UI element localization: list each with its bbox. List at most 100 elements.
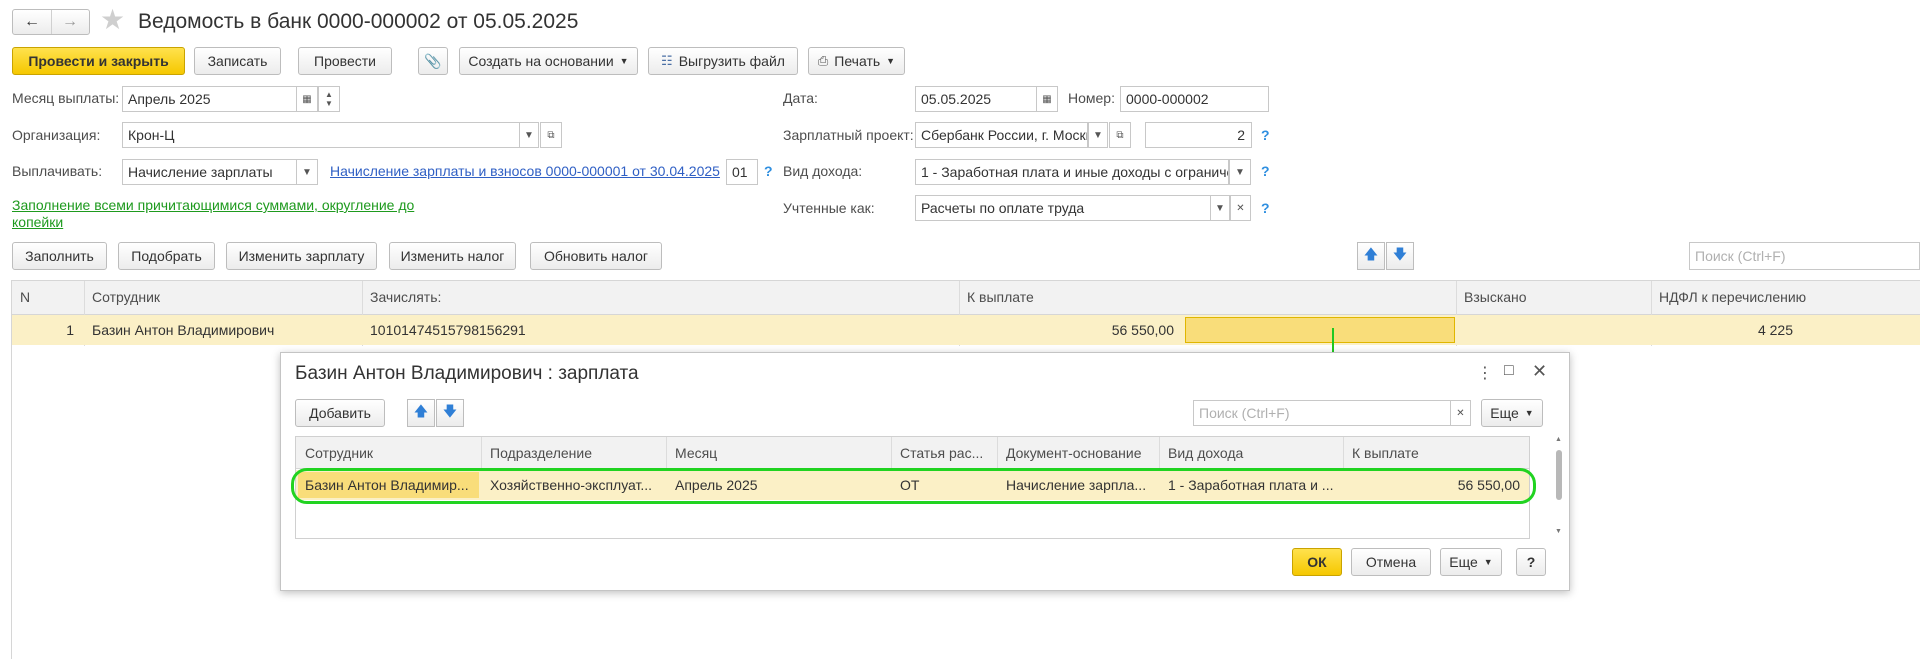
date-calendar-icon[interactable]: ▦ xyxy=(1036,86,1058,112)
organization-open-icon[interactable]: ⧉ xyxy=(540,122,562,148)
save-button[interactable]: Записать xyxy=(194,47,281,75)
post-button[interactable]: Провести xyxy=(298,47,392,75)
pick-button[interactable]: Подобрать xyxy=(118,242,215,270)
selected-cell[interactable] xyxy=(1185,317,1455,343)
dialog-menu-icon[interactable]: ⋮ xyxy=(1477,363,1493,383)
printer-icon: ⎙ xyxy=(817,53,829,68)
row-employee: Базин Антон Владимирович xyxy=(92,322,275,338)
pay-dropdown-icon[interactable]: ▼ xyxy=(296,159,318,185)
row-to-pay: 56 550,00 xyxy=(1111,322,1174,338)
salary-dialog: Базин Антон Владимирович : зарплата ⋮ □ … xyxy=(280,352,1570,591)
nav-buttons: ← → xyxy=(12,9,90,35)
col-ndfl[interactable]: НДФЛ к перечислению xyxy=(1659,289,1806,305)
row-ndfl: 4 225 xyxy=(1757,322,1793,338)
accounted-help-icon[interactable]: ? xyxy=(1261,200,1270,216)
dialog-col-department[interactable]: Подразделение xyxy=(490,445,592,461)
scroll-thumb[interactable] xyxy=(1556,450,1562,500)
dialog-col-employee[interactable]: Сотрудник xyxy=(305,445,373,461)
dialog-maximize-icon[interactable]: □ xyxy=(1504,362,1514,380)
dialog-move-down-button[interactable]: 🡇 xyxy=(436,399,464,427)
income-field[interactable]: 1 - Заработная плата и иные доходы с огр… xyxy=(915,159,1229,185)
col-account[interactable]: Зачислять: xyxy=(370,289,441,305)
back-arrow-icon[interactable]: ← xyxy=(13,10,52,34)
create-based-on-button[interactable]: Создать на основании ▼ xyxy=(459,47,638,75)
post-and-close-button[interactable]: Провести и закрыть xyxy=(12,47,185,75)
pay-field[interactable]: Начисление зарплаты xyxy=(122,159,297,185)
pay-help-icon[interactable]: ? xyxy=(764,163,773,179)
favorite-star-icon[interactable]: ★ xyxy=(100,6,125,34)
dialog-scrollbar[interactable]: ▲ ▼ xyxy=(1555,436,1563,538)
month-stepper[interactable]: ▲ ▼ xyxy=(318,86,340,112)
dialog-col-to-pay[interactable]: К выплате xyxy=(1352,445,1419,461)
dialog-title: Базин Антон Владимирович : зарплата xyxy=(295,363,639,384)
export-icon: ☷ xyxy=(661,53,673,68)
organization-label: Организация: xyxy=(12,127,101,143)
export-file-button[interactable]: ☷ Выгрузить файл xyxy=(648,47,798,75)
cancel-button[interactable]: Отмена xyxy=(1351,548,1431,576)
dropdown-arrow-icon: ▼ xyxy=(1483,557,1493,567)
print-button[interactable]: ⎙ Печать ▼ xyxy=(808,47,905,75)
project-field[interactable]: Сбербанк России, г. Москва xyxy=(915,122,1088,148)
arrow-up-icon: 🡅 xyxy=(413,403,429,419)
move-up-button[interactable]: 🡅 xyxy=(1357,242,1385,270)
arrow-up-icon: 🡅 xyxy=(1363,246,1379,262)
date-label: Дата: xyxy=(783,90,818,106)
ok-button[interactable]: ОК xyxy=(1292,548,1342,576)
col-to-pay[interactable]: К выплате xyxy=(967,289,1034,305)
pay-document-link[interactable]: Начисление зарплаты и взносов 0000-00000… xyxy=(330,163,720,179)
project-help-icon[interactable]: ? xyxy=(1261,127,1270,143)
green-highlight-outline xyxy=(291,468,1536,504)
col-collected[interactable]: Взыскано xyxy=(1464,289,1527,305)
change-salary-button[interactable]: Изменить зарплату xyxy=(226,242,377,270)
accounted-field[interactable]: Расчеты по оплате труда xyxy=(915,195,1211,221)
accounted-dropdown-icon[interactable]: ▼ xyxy=(1210,195,1230,221)
dialog-col-document[interactable]: Документ-основание xyxy=(1006,445,1141,461)
date-field[interactable]: 05.05.2025 xyxy=(915,86,1037,112)
update-tax-button[interactable]: Обновить налог xyxy=(530,242,662,270)
project-label: Зарплатный проект: xyxy=(783,127,914,143)
dialog-help-button[interactable]: ? xyxy=(1516,548,1546,576)
project-number-field[interactable]: 2 xyxy=(1145,122,1252,148)
number-field[interactable]: 0000-000002 xyxy=(1120,86,1269,112)
dialog-search-input[interactable]: Поиск (Ctrl+F) xyxy=(1193,400,1451,426)
month-label: Месяц выплаты: xyxy=(12,90,120,106)
income-dropdown-icon[interactable]: ▼ xyxy=(1229,159,1251,185)
organization-field[interactable]: Крон-Ц xyxy=(122,122,520,148)
move-down-button[interactable]: 🡇 xyxy=(1386,242,1414,270)
change-tax-button[interactable]: Изменить налог xyxy=(389,242,516,270)
dialog-close-icon[interactable]: ✕ xyxy=(1532,361,1547,382)
dialog-more-button[interactable]: Еще ▼ xyxy=(1481,399,1543,427)
dialog-col-month[interactable]: Месяц xyxy=(675,445,717,461)
row-n: 1 xyxy=(66,322,74,338)
dialog-table: Сотрудник Подразделение Месяц Статья рас… xyxy=(291,436,1536,539)
dialog-col-article[interactable]: Статья рас... xyxy=(900,445,983,461)
dialog-more-button-2[interactable]: Еще ▼ xyxy=(1440,548,1502,576)
accounted-label: Учтенные как: xyxy=(783,200,875,216)
project-dropdown-icon[interactable]: ▼ xyxy=(1088,122,1108,148)
accounted-clear-icon[interactable]: ✕ xyxy=(1230,195,1251,221)
scroll-up-arrow-icon[interactable]: ▲ xyxy=(1555,436,1562,443)
col-n[interactable]: N xyxy=(20,289,30,305)
organization-dropdown-icon[interactable]: ▼ xyxy=(519,122,539,148)
col-employee[interactable]: Сотрудник xyxy=(92,289,160,305)
scroll-down-arrow-icon[interactable]: ▼ xyxy=(1555,528,1562,535)
fill-button[interactable]: Заполнить xyxy=(12,242,107,270)
calendar-icon[interactable]: ▦ xyxy=(296,86,318,112)
dialog-col-income[interactable]: Вид дохода xyxy=(1168,445,1243,461)
income-help-icon[interactable]: ? xyxy=(1261,163,1270,179)
forward-arrow-icon[interactable]: → xyxy=(51,10,89,34)
pay-code-field[interactable]: 01 xyxy=(726,159,758,185)
page-title: Ведомость в банк 0000-000002 от 05.05.20… xyxy=(138,10,579,33)
dialog-move-up-button[interactable]: 🡅 xyxy=(407,399,435,427)
dialog-add-button[interactable]: Добавить xyxy=(295,399,385,427)
attachment-button[interactable]: 📎 xyxy=(418,47,448,75)
fill-mode-link[interactable]: Заполнение всеми причитающимися суммами,… xyxy=(12,197,432,231)
arrow-down-icon: 🡇 xyxy=(1392,246,1408,262)
month-field[interactable]: Апрель 2025 xyxy=(122,86,297,112)
dropdown-arrow-icon: ▼ xyxy=(1524,408,1534,418)
project-open-icon[interactable]: ⧉ xyxy=(1109,122,1131,148)
main-table: N Сотрудник Зачислять: К выплате Взыскан… xyxy=(12,280,1920,346)
table-row[interactable]: 1 Базин Антон Владимирович 1010147451579… xyxy=(12,315,1920,345)
dialog-search-clear-icon[interactable]: ✕ xyxy=(1450,400,1471,426)
search-input[interactable]: Поиск (Ctrl+F) xyxy=(1689,242,1920,270)
